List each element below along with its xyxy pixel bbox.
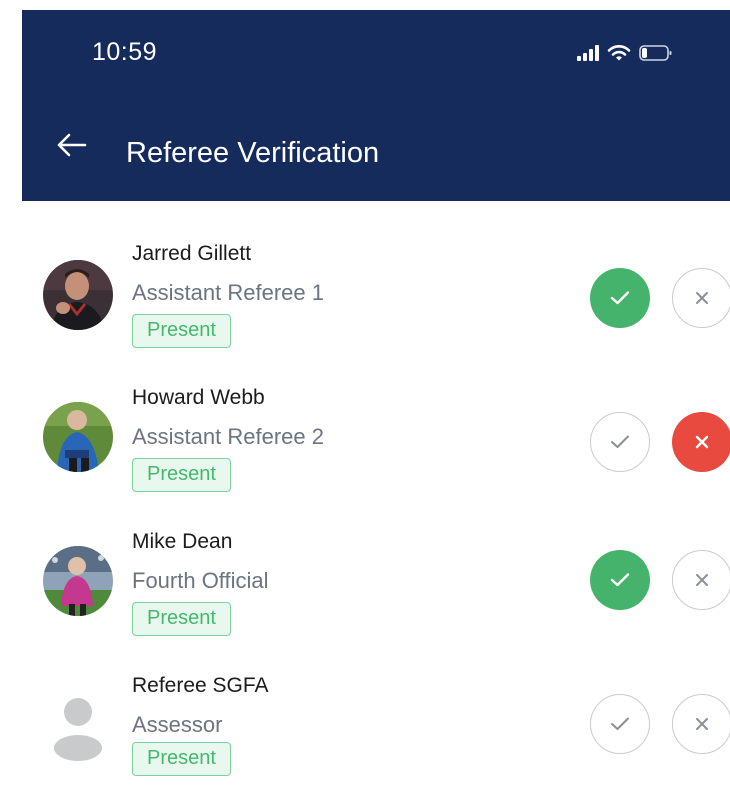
official-role: Fourth Official — [132, 568, 269, 593]
list-item: Howard Webb Assistant Referee 2 Present — [0, 376, 730, 520]
wifi-icon — [607, 45, 631, 61]
avatar — [43, 260, 113, 330]
avatar — [43, 402, 113, 472]
status-icons — [577, 38, 673, 68]
check-icon — [611, 435, 629, 448]
check-icon — [610, 291, 630, 305]
check-icon — [610, 573, 630, 587]
approve-button[interactable] — [590, 550, 650, 610]
list-item: Referee SGFA Assessor Present — [0, 664, 730, 808]
reject-button[interactable] — [672, 550, 730, 610]
avatar-placeholder-icon — [43, 692, 113, 762]
status-badge: Present — [132, 602, 231, 636]
status-badge: Present — [132, 458, 231, 492]
official-name: Howard Webb — [132, 386, 265, 409]
reject-button[interactable] — [672, 412, 730, 472]
back-button[interactable] — [54, 128, 88, 162]
official-role: Assessor — [132, 712, 223, 737]
status-badge: Present — [132, 314, 231, 348]
page-title: Referee Verification — [126, 137, 380, 169]
approve-button[interactable] — [590, 694, 650, 754]
reject-button[interactable] — [672, 694, 730, 754]
avatar — [43, 546, 113, 616]
reject-button[interactable] — [672, 268, 730, 328]
approve-button[interactable] — [590, 268, 650, 328]
official-name: Mike Dean — [132, 530, 233, 553]
close-icon — [696, 718, 708, 730]
battery-icon — [639, 45, 672, 61]
status-badge: Present — [132, 742, 231, 776]
app-header: 10:59 Referee Verification — [22, 10, 730, 201]
close-icon — [695, 435, 709, 449]
close-icon — [696, 574, 708, 586]
list-item: Jarred Gillett Assistant Referee 1 Prese… — [0, 232, 730, 376]
official-name: Referee SGFA — [132, 674, 269, 697]
check-icon — [611, 717, 629, 730]
arrow-left-icon — [57, 133, 87, 157]
official-role: Assistant Referee 1 — [132, 280, 324, 305]
official-role: Assistant Referee 2 — [132, 424, 324, 449]
status-time: 10:59 — [92, 38, 158, 66]
list-item: Mike Dean Fourth Official Present — [0, 520, 730, 664]
approve-button[interactable] — [590, 412, 650, 472]
signal-icon — [577, 45, 599, 61]
close-icon — [696, 292, 708, 304]
official-name: Jarred Gillett — [132, 242, 252, 265]
